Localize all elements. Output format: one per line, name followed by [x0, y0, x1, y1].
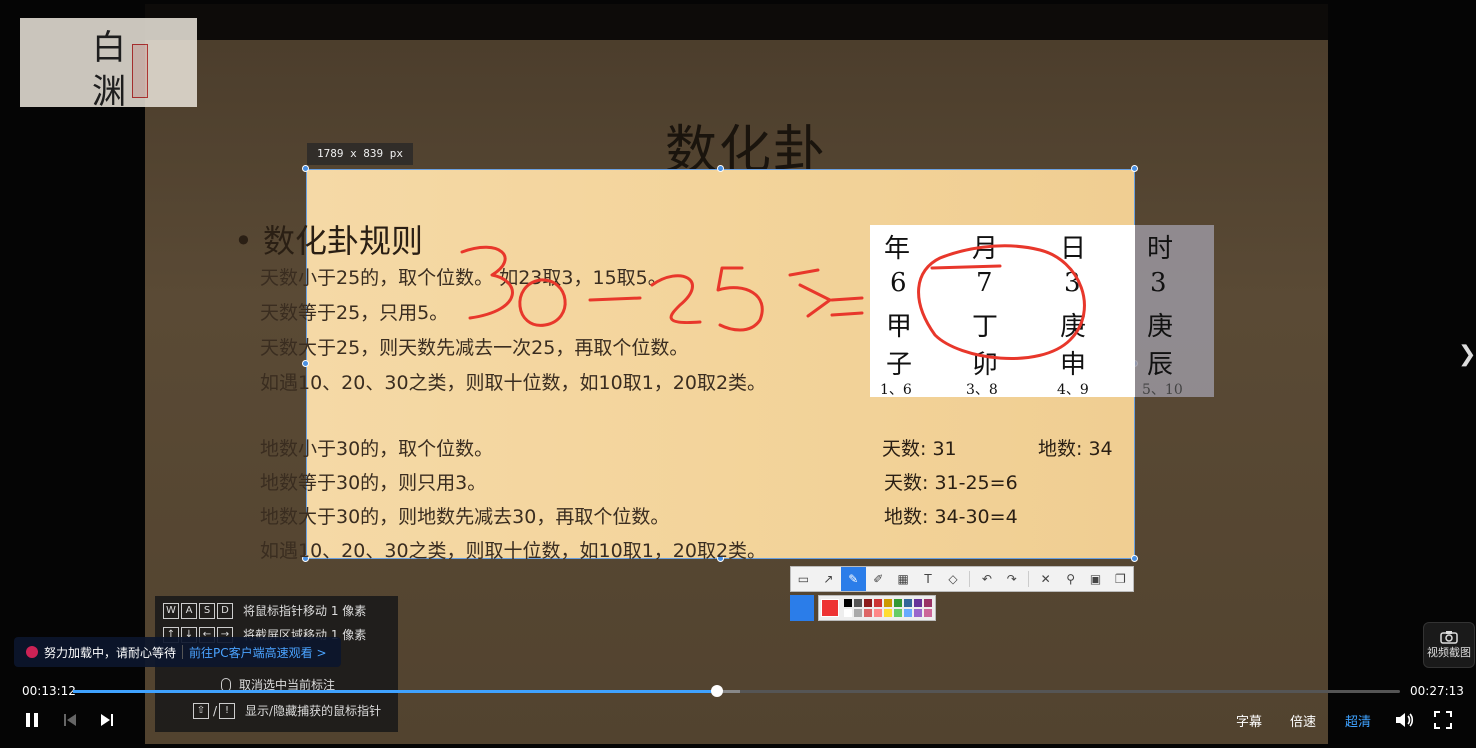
- color-swatch[interactable]: [874, 599, 882, 607]
- color-swatch[interactable]: [914, 599, 922, 607]
- loading-toast: 努力加载中，请耐心等待 前往PC客户端高速观看 >: [14, 637, 341, 667]
- next-button[interactable]: [99, 708, 115, 732]
- video-player[interactable]: 数化卦 白 渊 1789 x 839 px • 数化卦规则 天数小于25的，取个…: [0, 0, 1476, 748]
- color-swatch[interactable]: [894, 609, 902, 617]
- color-swatch[interactable]: [894, 599, 902, 607]
- eraser-tool-icon[interactable]: ◇: [941, 567, 966, 591]
- hint-row: ⇧ / ! 显示/隐藏捕获的鼠标指针: [193, 702, 381, 719]
- pen-tool-icon[interactable]: ✎: [840, 567, 866, 591]
- pause-icon: [26, 713, 38, 727]
- color-swatch[interactable]: [924, 609, 932, 617]
- toast-divider: [182, 645, 184, 659]
- screenshot-label: 视频截图: [1427, 646, 1471, 659]
- copy-icon[interactable]: ❐: [1108, 567, 1133, 591]
- progress-played: [73, 690, 717, 693]
- color-picker: [790, 595, 936, 621]
- hint-text: 显示/隐藏捕获的鼠标指针: [245, 704, 382, 718]
- annotation-toolbar: ▭ ↗ ✎ ✐ ▦ T ◇ ↶ ↷ ✕ ⚲ ▣ ❐: [790, 566, 1134, 592]
- toolbar-divider: [969, 571, 971, 587]
- text-tool-icon[interactable]: T: [916, 567, 941, 591]
- undo-icon[interactable]: ↶: [974, 567, 999, 591]
- key-cap: ⇧: [193, 702, 209, 719]
- speed-button[interactable]: 倍速: [1290, 711, 1316, 730]
- hint-row: W A S D 将鼠标指针移动 1 像素: [163, 602, 366, 619]
- volume-button[interactable]: [1394, 708, 1414, 732]
- subtitle-button[interactable]: 字幕: [1236, 711, 1262, 730]
- total-time: 00:27:13: [1410, 684, 1464, 698]
- close-icon[interactable]: ✕: [1033, 567, 1058, 591]
- volume-icon: [1396, 713, 1414, 727]
- color-swatch[interactable]: [884, 599, 892, 607]
- toast-message: 努力加载中，请耐心等待: [44, 645, 177, 660]
- highlighter-tool-icon[interactable]: ✐: [866, 567, 891, 591]
- color-swatch[interactable]: [874, 609, 882, 617]
- mosaic-tool-icon[interactable]: ▦: [891, 567, 916, 591]
- toolbar-divider: [1028, 571, 1030, 587]
- chevron-right-icon[interactable]: ❯: [1458, 342, 1476, 367]
- color-swatch[interactable]: [904, 609, 912, 617]
- pause-button[interactable]: [24, 708, 40, 732]
- arrow-tool-icon[interactable]: ↗: [816, 567, 841, 591]
- fullscreen-icon: [1434, 711, 1452, 729]
- color-swatch[interactable]: [864, 599, 872, 607]
- color-swatch[interactable]: [904, 599, 912, 607]
- camera-icon: [1440, 631, 1458, 644]
- current-color-swatch[interactable]: [821, 599, 839, 617]
- pc-client-link[interactable]: 前往PC客户端高速观看 >: [189, 644, 327, 661]
- redo-icon[interactable]: ↷: [999, 567, 1024, 591]
- color-swatch[interactable]: [914, 609, 922, 617]
- eye-icon: [26, 646, 38, 658]
- key-cap: S: [199, 602, 215, 619]
- color-swatch[interactable]: [844, 609, 852, 617]
- quality-button[interactable]: 超清: [1345, 711, 1371, 730]
- key-cap: D: [217, 602, 233, 619]
- color-palette: [818, 595, 936, 621]
- key-cap: !: [219, 702, 236, 719]
- color-swatch[interactable]: [884, 609, 892, 617]
- color-swatch[interactable]: [854, 599, 862, 607]
- key-cap: W: [163, 602, 179, 619]
- color-swatch[interactable]: [854, 609, 862, 617]
- pin-icon[interactable]: ⚲: [1058, 567, 1083, 591]
- video-screenshot-button[interactable]: 视频截图: [1423, 622, 1475, 668]
- hint-text: 将鼠标指针移动 1 像素: [243, 604, 367, 618]
- skip-previous-icon: [64, 714, 76, 726]
- previous-button[interactable]: [62, 708, 78, 732]
- color-swatch[interactable]: [864, 609, 872, 617]
- progress-bar[interactable]: [73, 685, 1400, 697]
- skip-next-icon: [101, 714, 113, 726]
- progress-scrubber[interactable]: [710, 685, 723, 697]
- current-time: 00:13:12: [22, 684, 76, 698]
- fullscreen-button[interactable]: [1434, 708, 1452, 732]
- save-icon[interactable]: ▣: [1083, 567, 1108, 591]
- key-cap: A: [181, 602, 197, 619]
- stroke-size-selector[interactable]: [790, 595, 814, 621]
- color-swatch[interactable]: [924, 599, 932, 607]
- rectangle-tool-icon[interactable]: ▭: [791, 567, 816, 591]
- color-swatch[interactable]: [844, 599, 852, 607]
